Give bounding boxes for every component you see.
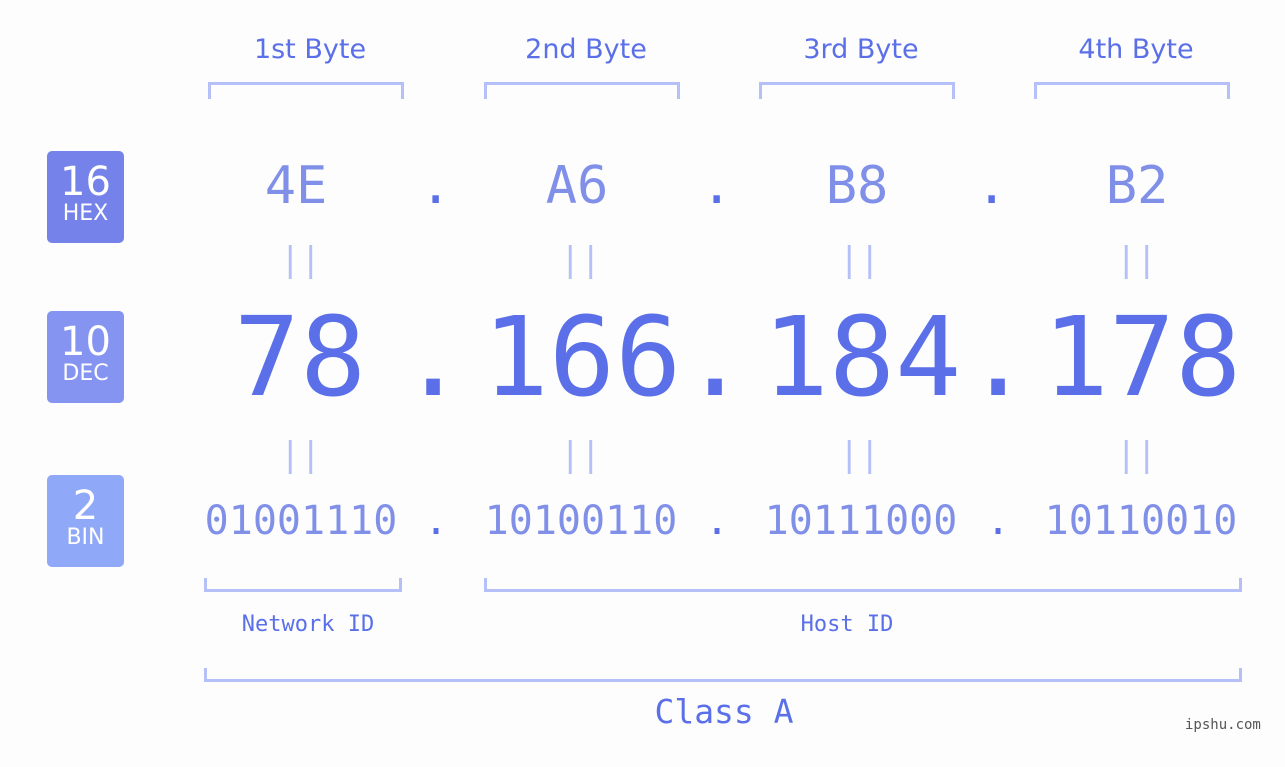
- hex-separator: .: [701, 156, 733, 216]
- equals-icon: ||: [280, 240, 321, 280]
- equals-icon: ||: [560, 240, 601, 280]
- byte-bracket-2: [484, 82, 680, 99]
- equals-icon: ||: [839, 435, 880, 475]
- equals-icon: ||: [560, 435, 601, 475]
- bin-separator: .: [424, 498, 449, 544]
- bin-value-4: 10110010: [1044, 498, 1238, 544]
- dec-separator: .: [682, 293, 749, 421]
- bin-value-2: 10100110: [484, 498, 678, 544]
- hex-value-2: A6: [545, 156, 609, 216]
- equals-icon: ||: [839, 240, 880, 280]
- class-label: Class A: [654, 692, 794, 731]
- bin-value-3: 10111000: [764, 498, 958, 544]
- bin-separator: .: [986, 498, 1011, 544]
- equals-icon: ||: [1116, 435, 1157, 475]
- byte-bracket-4: [1034, 82, 1230, 99]
- dec-value-1: 78: [233, 293, 367, 421]
- class-bracket: [204, 668, 1242, 682]
- host-id-label: Host ID: [800, 612, 894, 637]
- hex-badge-label: HEX: [62, 201, 109, 226]
- hex-badge: 16 HEX: [47, 151, 124, 243]
- bin-badge-number: 2: [72, 483, 99, 529]
- dec-separator: .: [400, 293, 467, 421]
- dec-value-4: 178: [1042, 293, 1242, 421]
- network-id-bracket: [204, 578, 402, 592]
- equals-icon: ||: [1116, 240, 1157, 280]
- bin-badge-label: BIN: [66, 525, 105, 550]
- dec-badge: 10 DEC: [47, 311, 124, 403]
- hex-separator: .: [420, 156, 452, 216]
- byte-header-3: 3rd Byte: [803, 34, 919, 65]
- byte-header-4: 4th Byte: [1078, 34, 1194, 65]
- hex-value-1: 4E: [264, 156, 328, 216]
- dec-badge-number: 10: [60, 319, 111, 365]
- bin-value-1: 01001110: [204, 498, 398, 544]
- site-watermark: ipshu.com: [1185, 717, 1261, 733]
- dec-value-2: 166: [482, 293, 682, 421]
- hex-value-3: B8: [825, 156, 889, 216]
- network-id-label: Network ID: [241, 612, 375, 637]
- byte-bracket-3: [759, 82, 955, 99]
- hex-badge-number: 16: [60, 159, 111, 205]
- host-id-bracket: [484, 578, 1242, 592]
- byte-header-1: 1st Byte: [253, 34, 367, 65]
- bin-separator: .: [705, 498, 730, 544]
- bin-badge: 2 BIN: [47, 475, 124, 567]
- byte-bracket-1: [208, 82, 404, 99]
- hex-separator: .: [976, 156, 1008, 216]
- hex-value-4: B2: [1105, 156, 1169, 216]
- equals-icon: ||: [280, 435, 321, 475]
- byte-header-2: 2nd Byte: [525, 34, 647, 65]
- dec-value-3: 184: [762, 293, 962, 421]
- dec-badge-label: DEC: [62, 361, 109, 386]
